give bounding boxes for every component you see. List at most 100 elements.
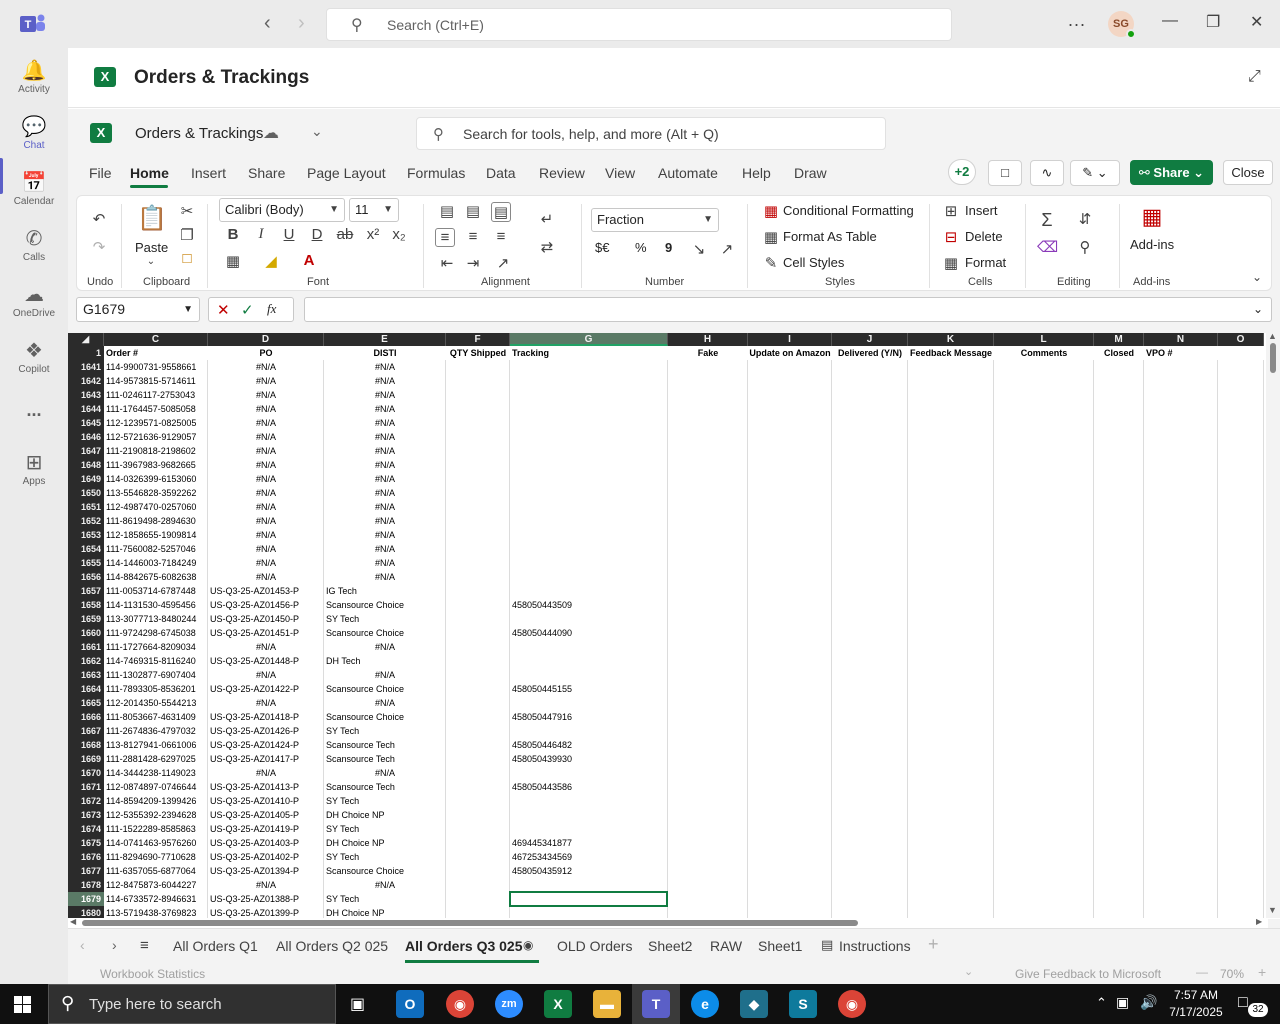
order-cell[interactable]: 114-8842675-6082638 [104, 570, 208, 584]
tracking-cell[interactable] [510, 458, 668, 472]
disti-cell[interactable]: DH Choice NP [324, 808, 446, 822]
increase-decimal-icon[interactable]: ↘ [689, 240, 709, 258]
sheet-tab-sheet1[interactable]: Sheet1 [758, 938, 802, 954]
tracking-cell[interactable]: 458050435912 [510, 864, 668, 878]
disti-cell[interactable]: IG Tech [324, 584, 446, 598]
outlook-icon[interactable]: O [396, 990, 424, 1018]
format-as-table-button[interactable]: Format As Table [783, 229, 877, 244]
vertical-scrollbar[interactable]: ▲ ▼ [1266, 333, 1280, 918]
disti-cell[interactable]: #N/A [324, 514, 446, 528]
column-title-e[interactable]: DISTI [324, 346, 446, 360]
copy-icon[interactable]: ❐ [177, 226, 197, 244]
decrease-decimal-icon[interactable]: ↗ [717, 240, 737, 258]
app-diamond-icon[interactable]: ◆ [740, 990, 768, 1018]
excel-taskbar-icon[interactable]: X [544, 990, 572, 1018]
po-cell[interactable]: #N/A [208, 472, 324, 486]
disti-cell[interactable]: SY Tech [324, 822, 446, 836]
po-cell[interactable]: US-Q3-25-AZ01413-P [208, 780, 324, 794]
po-cell[interactable]: #N/A [208, 416, 324, 430]
tab-file[interactable]: File [89, 165, 112, 181]
tab-share[interactable]: Share [248, 165, 285, 181]
font-size-select[interactable]: 11 ▼ [349, 198, 399, 222]
scroll-up-icon[interactable]: ▲ [1268, 333, 1277, 341]
disti-cell[interactable]: #N/A [324, 430, 446, 444]
bold-icon[interactable]: B [223, 226, 243, 243]
tab-formulas[interactable]: Formulas [407, 165, 465, 181]
po-cell[interactable]: #N/A [208, 640, 324, 654]
tracking-cell[interactable]: 458050444090 [510, 626, 668, 640]
font-color-icon[interactable]: A [299, 252, 319, 269]
row-header[interactable]: 1647 [68, 444, 104, 458]
column-header-h[interactable]: H [668, 333, 748, 346]
tracking-cell[interactable] [510, 878, 668, 892]
close-button[interactable]: Close [1223, 160, 1273, 185]
disti-cell[interactable]: #N/A [324, 696, 446, 710]
row-header[interactable]: 1672 [68, 794, 104, 808]
scroll-down-icon[interactable]: ▼ [1268, 905, 1277, 915]
back-arrow-icon[interactable]: ‹ [264, 12, 271, 35]
tab-review[interactable]: Review [539, 165, 585, 181]
notification-icon[interactable]: □ [1238, 994, 1248, 1012]
teams-logo-icon[interactable]: T [20, 12, 46, 36]
po-cell[interactable]: #N/A [208, 500, 324, 514]
po-cell[interactable]: US-Q3-25-AZ01448-P [208, 654, 324, 668]
find-select-icon[interactable]: ⚲ [1075, 238, 1095, 256]
row-header[interactable]: 1646 [68, 430, 104, 444]
tracking-cell[interactable] [510, 570, 668, 584]
sheet-tab-sheet2[interactable]: Sheet2 [648, 938, 692, 954]
increase-indent-icon[interactable]: ⇥ [463, 254, 483, 272]
clear-icon[interactable]: ⌫ [1037, 238, 1058, 256]
cancel-icon[interactable]: ✕ [217, 301, 230, 319]
formula-input[interactable]: ⌄ [304, 297, 1272, 322]
order-cell[interactable]: 114-3444238-1149023 [104, 766, 208, 780]
italic-icon[interactable]: I [251, 226, 271, 243]
disti-cell[interactable]: Scansource Tech [324, 780, 446, 794]
tracking-cell[interactable] [510, 654, 668, 668]
order-cell[interactable]: 111-9724298-6745038 [104, 626, 208, 640]
po-cell[interactable]: US-Q3-25-AZ01403-P [208, 836, 324, 850]
po-cell[interactable]: US-Q3-25-AZ01453-P [208, 584, 324, 598]
align-top-icon[interactable]: ▤ [437, 202, 457, 220]
double-underline-icon[interactable]: D [307, 226, 327, 243]
sheet-tab-q1[interactable]: All Orders Q1 [173, 938, 258, 954]
disti-cell[interactable]: #N/A [324, 640, 446, 654]
rail-more-icon[interactable]: ... [0, 400, 68, 421]
enter-icon[interactable]: ✓ [241, 301, 254, 319]
po-cell[interactable]: #N/A [208, 458, 324, 472]
disti-cell[interactable]: Scansource Tech [324, 738, 446, 752]
disti-cell[interactable]: #N/A [324, 528, 446, 542]
column-title-d[interactable]: PO [208, 346, 324, 360]
po-cell[interactable]: US-Q3-25-AZ01417-P [208, 752, 324, 766]
tracking-cell[interactable] [510, 402, 668, 416]
undo-icon[interactable]: ↶ [89, 210, 109, 228]
tracking-cell[interactable] [510, 724, 668, 738]
order-cell[interactable]: 112-4987470-0257060 [104, 500, 208, 514]
po-cell[interactable]: US-Q3-25-AZ01424-P [208, 738, 324, 752]
prev-sheet-icon[interactable]: ‹ [80, 937, 85, 953]
avatar[interactable]: SG [1108, 11, 1136, 39]
order-cell[interactable]: 111-8053667-4631409 [104, 710, 208, 724]
chrome-profile-icon[interactable]: ◉ [838, 990, 866, 1018]
sheet-tab-q3[interactable]: All Orders Q3 025 [405, 938, 523, 954]
disti-cell[interactable]: DH Choice NP [324, 836, 446, 850]
row-header[interactable]: 1650 [68, 486, 104, 500]
align-bottom-icon[interactable]: ▤ [491, 202, 511, 222]
disti-cell[interactable]: #N/A [324, 458, 446, 472]
tracking-cell[interactable] [510, 612, 668, 626]
tab-data[interactable]: Data [486, 165, 516, 181]
disti-cell[interactable]: #N/A [324, 668, 446, 682]
column-header-d[interactable]: D [208, 333, 324, 346]
row-header[interactable]: 1665 [68, 696, 104, 710]
row-header[interactable]: 1666 [68, 710, 104, 724]
zoom-app-icon[interactable]: zm [495, 990, 523, 1018]
disti-cell[interactable]: #N/A [324, 542, 446, 556]
disti-cell[interactable]: #N/A [324, 500, 446, 514]
add-ins-button[interactable]: Add-ins [1130, 237, 1174, 252]
po-cell[interactable]: US-Q3-25-AZ01418-P [208, 710, 324, 724]
po-cell[interactable]: #N/A [208, 444, 324, 458]
sheet-tab-instructions[interactable]: Instructions [839, 938, 911, 954]
row-header[interactable]: 1670 [68, 766, 104, 780]
teams-search-input[interactable]: ⚲ Search (Ctrl+E) [326, 8, 952, 41]
tracking-cell[interactable] [510, 668, 668, 682]
disti-cell[interactable]: #N/A [324, 402, 446, 416]
